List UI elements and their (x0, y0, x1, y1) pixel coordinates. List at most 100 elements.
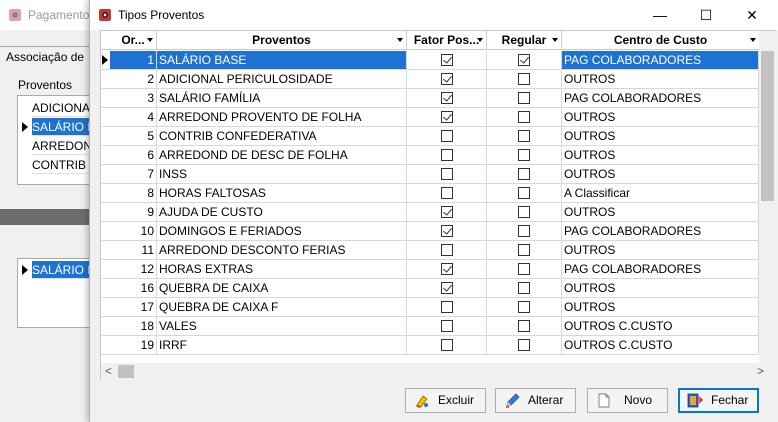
table-row[interactable]: 11 ARREDOND DESCONTO FERIAS OUTROS (101, 241, 759, 260)
cell-fator[interactable] (407, 203, 487, 222)
cell-ordem[interactable]: 19 (110, 336, 157, 355)
cell-regular[interactable] (487, 51, 562, 70)
cell-ordem[interactable]: 8 (110, 184, 157, 203)
cell-provento[interactable]: AJUDA DE CUSTO (157, 203, 407, 222)
cell-provento[interactable]: VALES (157, 317, 407, 336)
novo-button[interactable]: Novo (587, 388, 668, 413)
cell-centro-custo[interactable]: OUTROS (562, 146, 759, 165)
cell-provento[interactable]: IRRF (157, 336, 407, 355)
regular-checkbox[interactable] (518, 73, 530, 85)
cell-regular[interactable] (487, 108, 562, 127)
cell-provento[interactable]: SALÁRIO BASE (157, 51, 407, 70)
column-header-ordem[interactable]: Or... (110, 31, 157, 50)
fator-checkbox[interactable] (440, 320, 453, 332)
minimize-button[interactable]: — (637, 0, 683, 30)
cell-provento[interactable]: QUEBRA DE CAIXA (157, 279, 407, 298)
table-row[interactable]: 12 HORAS EXTRAS PAG COLABORADORES (101, 260, 759, 279)
cell-regular[interactable] (487, 317, 562, 336)
cell-provento[interactable]: INSS (157, 165, 407, 184)
scroll-right-arrow-icon[interactable]: > (757, 363, 769, 380)
cell-ordem[interactable]: 18 (110, 317, 157, 336)
cell-regular[interactable] (487, 279, 562, 298)
fator-checkbox[interactable] (440, 130, 453, 142)
table-row[interactable]: 2 ADICIONAL PERICULOSIDADE OUTROS (101, 70, 759, 89)
cell-ordem[interactable]: 10 (110, 222, 157, 241)
table-row[interactable]: 17 QUEBRA DE CAIXA F OUTROS (101, 298, 759, 317)
table-row[interactable]: 18 VALES OUTROS C.CUSTO (101, 317, 759, 336)
cell-ordem[interactable]: 12 (110, 260, 157, 279)
cell-provento[interactable]: QUEBRA DE CAIXA F (157, 298, 407, 317)
fator-checkbox[interactable] (440, 339, 453, 351)
cell-fator[interactable] (407, 317, 487, 336)
proventos-grid[interactable]: Or... Proventos Fator Pos... Regular Cen… (100, 30, 776, 380)
cell-fator[interactable] (407, 51, 487, 70)
cell-fator[interactable] (407, 127, 487, 146)
cell-centro-custo[interactable]: OUTROS C.CUSTO (562, 336, 759, 355)
fator-checkbox[interactable] (440, 282, 453, 294)
cell-centro-custo[interactable]: OUTROS (562, 165, 759, 184)
cell-ordem[interactable]: 2 (110, 70, 157, 89)
table-row[interactable]: 19 IRRF OUTROS C.CUSTO (101, 336, 759, 355)
regular-checkbox[interactable] (518, 92, 530, 104)
cell-regular[interactable] (487, 89, 562, 108)
regular-checkbox[interactable] (518, 149, 530, 161)
cell-centro-custo[interactable]: OUTROS (562, 70, 759, 89)
cell-ordem[interactable]: 16 (110, 279, 157, 298)
regular-checkbox[interactable] (518, 282, 530, 294)
dropdown-arrow-icon[interactable] (397, 38, 403, 42)
tab-associacao[interactable]: Associação de (6, 50, 84, 64)
fator-checkbox[interactable] (440, 73, 453, 85)
regular-checkbox[interactable] (518, 54, 530, 66)
cell-provento[interactable]: ARREDOND PROVENTO DE FOLHA (157, 108, 407, 127)
cell-ordem[interactable]: 6 (110, 146, 157, 165)
cell-fator[interactable] (407, 165, 487, 184)
cell-fator[interactable] (407, 279, 487, 298)
column-header-regular[interactable]: Regular (487, 31, 562, 50)
cell-centro-custo[interactable]: PAG COLABORADORES (562, 51, 759, 70)
regular-checkbox[interactable] (518, 168, 530, 180)
regular-checkbox[interactable] (518, 339, 530, 351)
table-row[interactable]: 5 CONTRIB CONFEDERATIVA OUTROS (101, 127, 759, 146)
fator-checkbox[interactable] (440, 225, 453, 237)
cell-provento[interactable]: ARREDOND DE DESC DE FOLHA (157, 146, 407, 165)
dropdown-arrow-icon[interactable] (477, 38, 483, 42)
cell-centro-custo[interactable]: OUTROS (562, 241, 759, 260)
cell-fator[interactable] (407, 336, 487, 355)
fechar-button[interactable]: Fechar (678, 388, 759, 413)
cell-fator[interactable] (407, 146, 487, 165)
cell-provento[interactable]: SALÁRIO FAMÍLIA (157, 89, 407, 108)
horizontal-scroll-thumb[interactable] (118, 365, 134, 378)
fator-checkbox[interactable] (440, 168, 453, 180)
cell-regular[interactable] (487, 146, 562, 165)
regular-checkbox[interactable] (518, 301, 530, 313)
cell-centro-custo[interactable]: PAG COLABORADORES (562, 260, 759, 279)
fator-checkbox[interactable] (440, 54, 453, 66)
cell-regular[interactable] (487, 184, 562, 203)
cell-ordem[interactable]: 5 (110, 127, 157, 146)
cell-regular[interactable] (487, 241, 562, 260)
fator-checkbox[interactable] (440, 263, 453, 275)
fator-checkbox[interactable] (440, 111, 453, 123)
dropdown-arrow-icon[interactable] (552, 38, 558, 42)
table-row[interactable]: 4 ARREDOND PROVENTO DE FOLHA OUTROS (101, 108, 759, 127)
cell-fator[interactable] (407, 89, 487, 108)
cell-centro-custo[interactable]: OUTROS (562, 203, 759, 222)
cell-regular[interactable] (487, 336, 562, 355)
dropdown-arrow-icon[interactable] (750, 38, 756, 42)
fator-checkbox[interactable] (440, 92, 453, 104)
cell-centro-custo[interactable]: OUTROS (562, 127, 759, 146)
associated-list[interactable]: SALÁRIO B (17, 258, 102, 328)
maximize-button[interactable]: ☐ (683, 0, 729, 30)
fator-checkbox[interactable] (440, 206, 453, 218)
regular-checkbox[interactable] (518, 263, 530, 275)
proventos-list[interactable]: ADICIONA SALÁRIO B ARREDON CONTRIB (17, 95, 102, 185)
table-row[interactable]: 10 DOMINGOS E FERIADOS PAG COLABORADORES (101, 222, 759, 241)
table-row[interactable]: 9 AJUDA DE CUSTO OUTROS (101, 203, 759, 222)
cell-provento[interactable]: HORAS FALTOSAS (157, 184, 407, 203)
cell-centro-custo[interactable]: PAG COLABORADORES (562, 89, 759, 108)
dropdown-arrow-icon[interactable] (147, 38, 153, 42)
alterar-button[interactable]: Alterar (495, 388, 576, 413)
regular-checkbox[interactable] (518, 320, 530, 332)
regular-checkbox[interactable] (518, 206, 530, 218)
excluir-button[interactable]: Excluir (405, 388, 486, 413)
